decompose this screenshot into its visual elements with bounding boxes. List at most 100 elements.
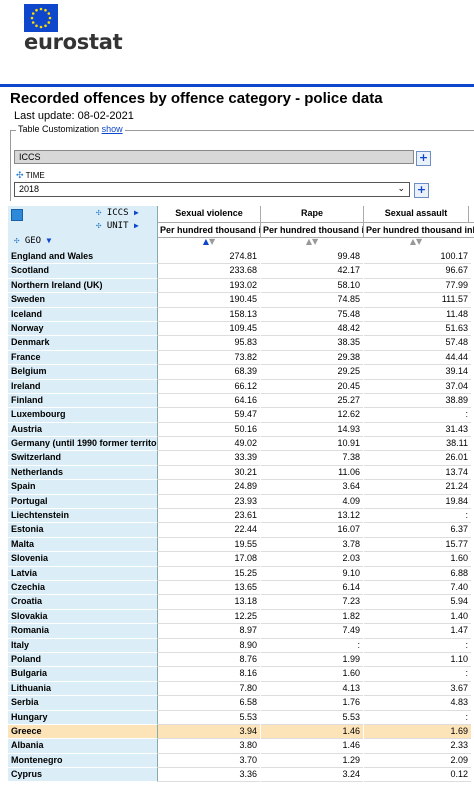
- table-cell: 100.17: [364, 250, 471, 265]
- move-dimension-icon[interactable]: ✣: [14, 236, 19, 246]
- table-cell: 111.57: [364, 293, 471, 308]
- expand-right-icon[interactable]: ▶: [134, 208, 139, 217]
- sort-control-rape[interactable]: ▲▼: [261, 237, 363, 250]
- table-row: Austria 50.16 14.93 31.43: [8, 422, 474, 438]
- table-row: Malta 19.55 3.78 15.77: [8, 537, 474, 553]
- row-geo-label[interactable]: England and Wales: [8, 250, 158, 265]
- table-cell: 37.04: [364, 379, 471, 394]
- table-cell: 2.09: [364, 753, 471, 769]
- table-cell: 31.43: [364, 422, 471, 438]
- table-row: Czechia 13.65 6.14 7.40: [8, 580, 474, 596]
- row-geo-label[interactable]: Poland: [8, 652, 158, 668]
- table-cell: 24.89: [158, 480, 260, 495]
- row-geo-label[interactable]: Czechia: [8, 580, 158, 596]
- col-header-rape[interactable]: Rape: [261, 206, 364, 222]
- table-cell: 2.03: [261, 552, 363, 567]
- table-cell: 96.67: [364, 264, 471, 279]
- table-cell: 158.13: [158, 307, 260, 322]
- table-row: Slovenia 17.08 2.03 1.60: [8, 552, 474, 567]
- table-cell: 4.83: [364, 696, 471, 711]
- row-geo-label[interactable]: Switzerland: [8, 451, 158, 466]
- row-geo-label[interactable]: Albania: [8, 739, 158, 754]
- table-cell: 6.37: [364, 523, 471, 538]
- table-row: Switzerland 33.39 7.38 26.01: [8, 451, 474, 466]
- row-geo-label[interactable]: Hungary: [8, 710, 158, 725]
- row-geo-label[interactable]: Greece: [8, 724, 158, 740]
- table-cell: :: [364, 667, 471, 682]
- row-geo-label[interactable]: Slovakia: [8, 609, 158, 625]
- row-geo-label[interactable]: Luxembourg: [8, 408, 158, 423]
- row-geo-label[interactable]: Ireland: [8, 379, 158, 394]
- table-cell: 1.29: [261, 753, 363, 769]
- table-row: Norway 109.45 48.42 51.63: [8, 321, 474, 337]
- row-geo-label[interactable]: Montenegro: [8, 753, 158, 769]
- col-header-sexual-violence[interactable]: Sexual violence: [158, 206, 261, 222]
- row-geo-label[interactable]: France: [8, 350, 158, 366]
- move-dimension-icon[interactable]: ✣: [16, 170, 24, 180]
- row-geo-label[interactable]: Romania: [8, 624, 158, 639]
- row-geo-label[interactable]: Latvia: [8, 566, 158, 581]
- eurostat-logo[interactable]: eurostat: [24, 30, 123, 54]
- iccs-add-button[interactable]: +: [416, 151, 431, 166]
- unit-dimension: ✣ UNIT ▶: [96, 221, 139, 231]
- time-add-button[interactable]: +: [414, 183, 429, 198]
- table-cell: 1.60: [364, 552, 471, 567]
- row-geo-label[interactable]: Spain: [8, 480, 158, 495]
- eu-flag-icon: [24, 4, 58, 32]
- table-cell: 99.48: [261, 250, 363, 265]
- table-cell: 11.48: [364, 307, 471, 322]
- row-geo-label[interactable]: Norway: [8, 321, 158, 337]
- sort-control-sexual-violence[interactable]: ▲▼: [158, 237, 260, 250]
- row-geo-label[interactable]: Malta: [8, 537, 158, 553]
- table-row: Ireland 66.12 20.45 37.04: [8, 379, 474, 394]
- page-title: Recorded offences by offence category - …: [10, 90, 383, 107]
- row-geo-label[interactable]: Italy: [8, 638, 158, 653]
- row-geo-label[interactable]: Cyprus: [8, 768, 158, 783]
- col-header-sexual-assault[interactable]: Sexual assault: [364, 206, 469, 222]
- time-select[interactable]: 2018 ⌄: [14, 182, 410, 197]
- table-cell: 190.45: [158, 293, 260, 308]
- sort-control-sexual-assault[interactable]: ▲▼: [364, 237, 468, 250]
- row-geo-label[interactable]: Estonia: [8, 523, 158, 538]
- row-geo-label[interactable]: Lithuania: [8, 681, 158, 697]
- table-cell: 64.16: [158, 393, 260, 409]
- table-cell: 1.10: [364, 652, 471, 668]
- table-cell: 7.80: [158, 681, 260, 697]
- show-customization-link[interactable]: show: [102, 124, 123, 134]
- row-geo-label[interactable]: Portugal: [8, 494, 158, 510]
- table-row: Iceland 158.13 75.48 11.48: [8, 307, 474, 322]
- iccs-selector-field[interactable]: ICCS: [14, 150, 414, 164]
- row-geo-label[interactable]: Denmark: [8, 336, 158, 351]
- row-geo-label[interactable]: Iceland: [8, 307, 158, 322]
- row-geo-label[interactable]: Slovenia: [8, 552, 158, 567]
- table-row: Montenegro 3.70 1.29 2.09: [8, 753, 474, 769]
- sort-down-icon[interactable]: ▼: [47, 236, 52, 245]
- row-geo-label[interactable]: Netherlands: [8, 465, 158, 481]
- row-geo-label[interactable]: Bulgaria: [8, 667, 158, 682]
- table-cell: 10.91: [261, 437, 363, 452]
- row-geo-label[interactable]: Northern Ireland (UK): [8, 278, 158, 294]
- row-geo-label[interactable]: Finland: [8, 393, 158, 409]
- move-dimension-icon[interactable]: ✣: [96, 221, 101, 231]
- table-cell: 3.94: [158, 724, 260, 740]
- expand-right-icon[interactable]: ▶: [134, 221, 139, 230]
- table-cell: 3.64: [261, 480, 363, 495]
- row-geo-label[interactable]: Austria: [8, 422, 158, 438]
- row-geo-label[interactable]: Serbia: [8, 696, 158, 711]
- table-cell: 3.24: [261, 768, 363, 783]
- row-geo-label[interactable]: Germany (until 1990 former territory of …: [8, 437, 158, 452]
- table-row: Hungary 5.53 5.53:: [8, 710, 474, 725]
- table-cell: 3.78: [261, 537, 363, 553]
- row-geo-label[interactable]: Belgium: [8, 365, 158, 380]
- row-geo-label[interactable]: Liechtenstein: [8, 509, 158, 524]
- move-dimension-icon[interactable]: ✣: [96, 208, 101, 218]
- table-options-icon[interactable]: [11, 209, 23, 221]
- table-cell: 13.74: [364, 465, 471, 481]
- table-cell: 1.47: [364, 624, 471, 639]
- table-row: Liechtenstein 23.61 13.12:: [8, 509, 474, 524]
- row-geo-label[interactable]: Sweden: [8, 293, 158, 308]
- row-geo-label[interactable]: Croatia: [8, 595, 158, 610]
- row-geo-label[interactable]: Scotland: [8, 264, 158, 279]
- table-cell: 77.99: [364, 278, 471, 294]
- table-cell: 59.47: [158, 408, 260, 423]
